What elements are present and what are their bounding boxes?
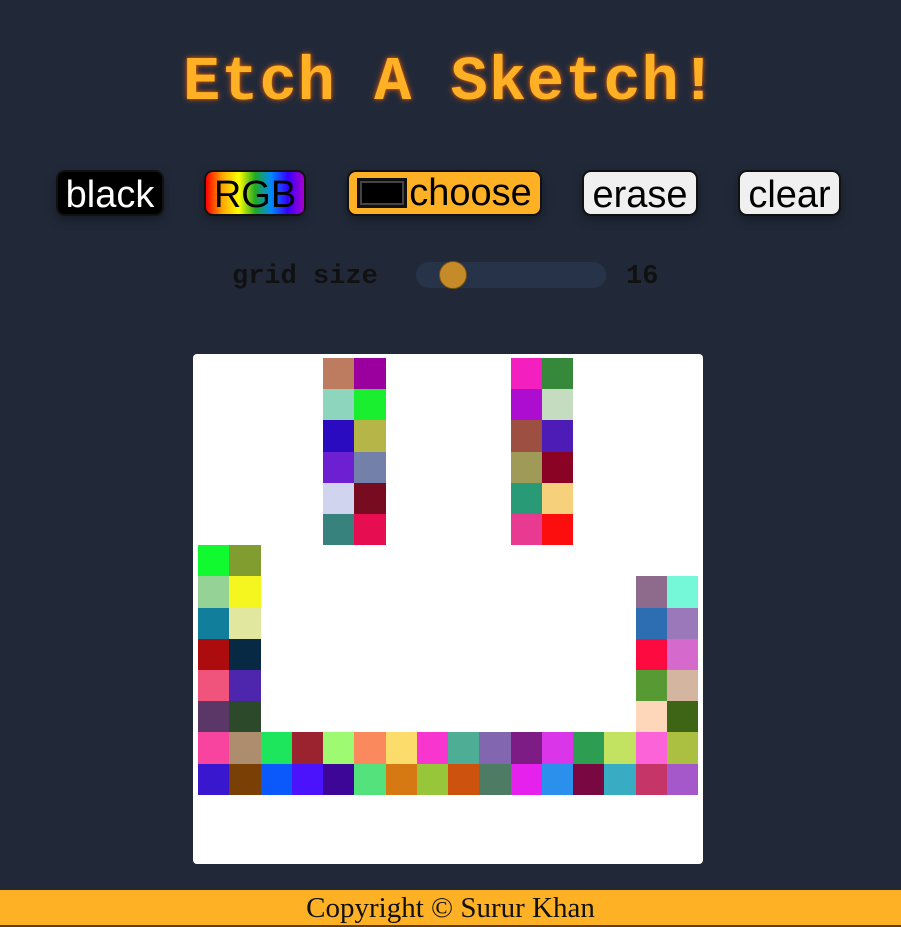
grid-cell[interactable] [354,514,386,545]
grid-cell[interactable] [511,389,542,420]
grid-cell[interactable] [448,732,479,764]
grid-cell[interactable] [292,764,323,795]
grid-cell[interactable] [511,732,542,764]
grid-size-label: grid size [232,262,378,292]
grid-cell[interactable] [198,639,229,670]
choose-color-button[interactable]: choose [347,170,542,216]
rgb-button[interactable]: RGB [204,170,306,216]
grid-cell[interactable] [354,452,386,483]
grid-cell[interactable] [417,732,448,764]
grid-cell[interactable] [229,732,261,764]
grid-cell[interactable] [323,420,354,452]
grid-cell[interactable] [354,483,386,514]
grid-cell[interactable] [448,764,479,795]
page-title: Etch A Sketch! [183,47,718,118]
grid-cell[interactable] [511,358,542,389]
grid-cell[interactable] [354,389,386,420]
grid-cell[interactable] [542,358,573,389]
erase-button[interactable]: erase [582,170,698,216]
grid-cell[interactable] [667,732,698,764]
grid-cell[interactable] [667,608,698,639]
grid-cell[interactable] [229,545,261,576]
grid-cell[interactable] [636,701,667,732]
grid-cell[interactable] [323,732,354,764]
grid-cell[interactable] [323,452,354,483]
grid-cell[interactable] [511,452,542,483]
grid-cell[interactable] [292,732,323,764]
grid-cell[interactable] [511,483,542,514]
choose-label: choose [409,172,532,214]
grid-cell[interactable] [198,576,229,608]
grid-cell[interactable] [354,764,386,795]
grid-cell[interactable] [479,764,511,795]
grid-cell[interactable] [198,670,229,701]
grid-cell[interactable] [229,670,261,701]
grid-cell[interactable] [636,608,667,639]
grid-cell[interactable] [261,732,292,764]
grid-cell[interactable] [323,514,354,545]
grid-cell[interactable] [323,358,354,389]
grid-cell[interactable] [323,764,354,795]
grid-cell[interactable] [636,576,667,608]
grid-cell[interactable] [354,732,386,764]
grid-cell[interactable] [479,732,511,764]
sketch-board[interactable] [193,354,703,864]
clear-button[interactable]: clear [738,170,841,216]
grid-cell[interactable] [198,701,229,732]
grid-cell[interactable] [511,764,542,795]
grid-cell[interactable] [229,764,261,795]
grid-cell[interactable] [198,732,229,764]
black-button[interactable]: black [56,170,164,216]
grid-cell[interactable] [636,764,667,795]
grid-cell[interactable] [386,764,417,795]
grid-cell[interactable] [542,483,573,514]
grid-cell[interactable] [229,608,261,639]
grid-cell[interactable] [542,732,573,764]
grid-cell[interactable] [511,420,542,452]
grid-cell[interactable] [667,764,698,795]
grid-cell[interactable] [323,389,354,420]
grid-cell[interactable] [417,764,448,795]
grid-cell[interactable] [229,701,261,732]
grid-cell[interactable] [636,670,667,701]
grid-cell[interactable] [261,764,292,795]
grid-size-slider-thumb[interactable] [438,261,467,289]
grid-cell[interactable] [636,732,667,764]
grid-cell[interactable] [198,764,229,795]
grid-cell[interactable] [542,389,573,420]
grid-cell[interactable] [667,639,698,670]
grid-size-value: 16 [626,262,659,292]
grid-cell[interactable] [198,608,229,639]
grid-cell[interactable] [667,670,698,701]
grid-cell[interactable] [573,732,604,764]
grid-cell[interactable] [667,701,698,732]
grid-cell[interactable] [229,639,261,670]
grid-cell[interactable] [573,764,604,795]
grid-cell[interactable] [198,545,229,576]
grid-cell[interactable] [354,420,386,452]
grid-cell[interactable] [229,576,261,608]
grid-cell[interactable] [323,483,354,514]
grid-cell[interactable] [511,514,542,545]
grid-cell[interactable] [542,514,573,545]
grid-cell[interactable] [386,732,417,764]
grid-cell[interactable] [604,732,636,764]
grid-cell[interactable] [667,576,698,608]
grid-cell[interactable] [542,452,573,483]
grid-cell[interactable] [636,639,667,670]
footer-copyright: Copyright © Surur Khan [0,890,901,927]
grid-cell[interactable] [542,764,573,795]
grid-cell[interactable] [604,764,636,795]
grid-cell[interactable] [542,420,573,452]
grid-cell[interactable] [354,358,386,389]
color-swatch[interactable] [355,176,410,210]
